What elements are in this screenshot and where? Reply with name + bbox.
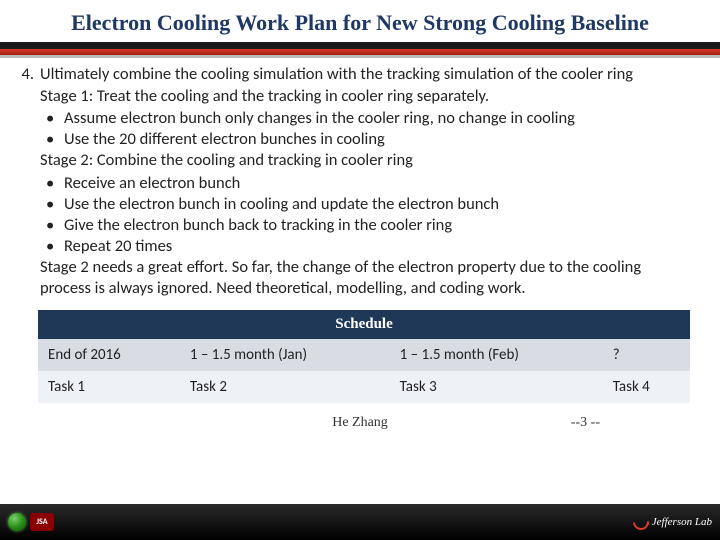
stage1-label: Stage 1: Treat the cooling and the track… bbox=[40, 86, 684, 107]
jefferson-lab-logo: Jefferson Lab bbox=[633, 514, 712, 530]
schedule-header: Schedule bbox=[38, 310, 690, 339]
swirl-icon bbox=[630, 511, 653, 534]
slide-title: Electron Cooling Work Plan for New Stron… bbox=[40, 10, 680, 36]
list-item: Use the electron bunch in cooling and up… bbox=[64, 194, 684, 215]
decorative-band bbox=[0, 42, 720, 58]
list-item: Assume electron bunch only changes in th… bbox=[64, 108, 684, 129]
table-row: End of 2016 1 – 1.5 month (Jan) 1 – 1.5 … bbox=[38, 339, 690, 371]
globe-icon bbox=[8, 513, 26, 531]
intro-paragraph: Ultimately combine the cooling simulatio… bbox=[40, 64, 684, 85]
table-cell: Task 4 bbox=[603, 371, 690, 403]
list-item: Give the electron bunch back to tracking… bbox=[64, 215, 684, 236]
list-item: Use the 20 different electron bunches in… bbox=[64, 129, 684, 150]
table-cell: 1 – 1.5 month (Feb) bbox=[390, 339, 603, 371]
jlab-text: Jefferson Lab bbox=[652, 516, 712, 528]
table-cell: End of 2016 bbox=[38, 339, 180, 371]
table-cell: Task 2 bbox=[180, 371, 390, 403]
table-row: Task 1 Task 2 Task 3 Task 4 bbox=[38, 371, 690, 403]
jsa-logo bbox=[30, 513, 54, 531]
stage1-bullets: Assume electron bunch only changes in th… bbox=[40, 108, 684, 150]
footer-bar: Jefferson Lab bbox=[0, 504, 720, 540]
closing-paragraph: Stage 2 needs a great effort. So far, th… bbox=[40, 257, 684, 299]
list-item: Receive an electron bunch bbox=[64, 173, 684, 194]
list-number: 4. bbox=[10, 64, 34, 300]
table-cell: 1 – 1.5 month (Jan) bbox=[180, 339, 390, 371]
body-text: Ultimately combine the cooling simulatio… bbox=[40, 64, 684, 300]
page-number: --3 -- bbox=[571, 415, 600, 431]
author-name: He Zhang bbox=[332, 415, 388, 430]
stage2-bullets: Receive an electron bunch Use the electr… bbox=[40, 173, 684, 257]
list-item: Repeat 20 times bbox=[64, 236, 684, 257]
stage2-label: Stage 2: Combine the cooling and trackin… bbox=[40, 150, 684, 171]
table-cell: ? bbox=[603, 339, 690, 371]
table-cell: Task 3 bbox=[390, 371, 603, 403]
table-cell: Task 1 bbox=[38, 371, 180, 403]
schedule-table: Schedule End of 2016 1 – 1.5 month (Jan)… bbox=[38, 310, 690, 403]
